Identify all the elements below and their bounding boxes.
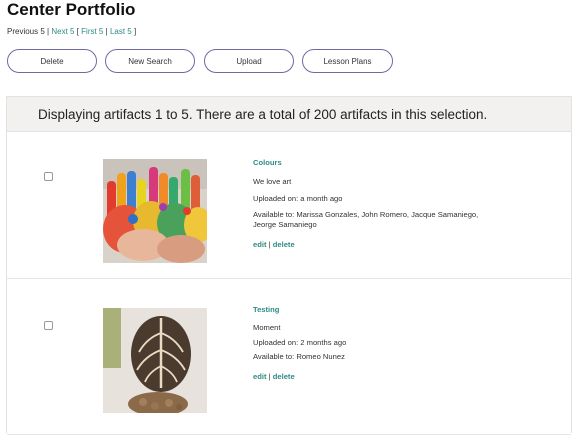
upload-button[interactable]: Upload <box>204 49 294 73</box>
new-search-button[interactable]: New Search <box>105 49 195 73</box>
leaf-plant-image <box>103 308 207 413</box>
artifact-description: Moment <box>253 323 281 333</box>
artifact-available-to: Available to: Romeo Nunez <box>253 351 345 361</box>
artifact-thumbnail[interactable] <box>103 308 207 413</box>
artifact-name-link[interactable]: Colours <box>253 158 501 168</box>
artifact-name-link[interactable]: Testing <box>253 305 346 315</box>
delete-button[interactable]: Delete <box>7 49 97 73</box>
pagination: Previous 5 | Next 5 [ First 5 | Last 5 ] <box>7 27 137 36</box>
artifacts-panel: Displaying artifacts 1 to 5. There are a… <box>6 96 572 435</box>
artifact-thumbnail[interactable] <box>103 159 207 263</box>
artifact-description: We love art <box>253 177 292 187</box>
artifact-checkbox[interactable] <box>44 321 53 330</box>
page-title: Center Portfolio <box>7 0 136 19</box>
results-summary: Displaying artifacts 1 to 5. There are a… <box>7 97 571 132</box>
lesson-plans-button[interactable]: Lesson Plans <box>302 49 393 73</box>
artifact-actions: edit | delete <box>253 372 295 381</box>
artifact-available-to: Available to: Marissa Gonzales, John Rom… <box>253 209 479 229</box>
edit-link[interactable]: edit <box>253 372 267 381</box>
artifact-details: Colours We love art Uploaded on: a month… <box>253 158 501 251</box>
artifact-details: Testing Moment Uploaded on: 2 months ago… <box>253 305 346 382</box>
artifact-actions: edit | delete <box>253 240 295 250</box>
pager-previous: Previous 5 <box>7 27 45 36</box>
pager-first-link[interactable]: First 5 <box>81 27 103 36</box>
artifact-row: Testing Moment Uploaded on: 2 months ago… <box>7 279 571 435</box>
delete-link[interactable]: delete <box>273 372 295 381</box>
artifact-uploaded: Uploaded on: a month ago <box>253 193 343 203</box>
painted-hands-image <box>103 159 207 263</box>
delete-link[interactable]: delete <box>273 240 295 249</box>
artifact-row: Colours We love art Uploaded on: a month… <box>7 132 571 279</box>
pager-last-link[interactable]: Last 5 <box>110 27 132 36</box>
pager-next-link[interactable]: Next 5 <box>51 27 74 36</box>
artifact-uploaded: Uploaded on: 2 months ago <box>253 337 347 347</box>
artifact-checkbox[interactable] <box>44 172 53 181</box>
edit-link[interactable]: edit <box>253 240 267 249</box>
